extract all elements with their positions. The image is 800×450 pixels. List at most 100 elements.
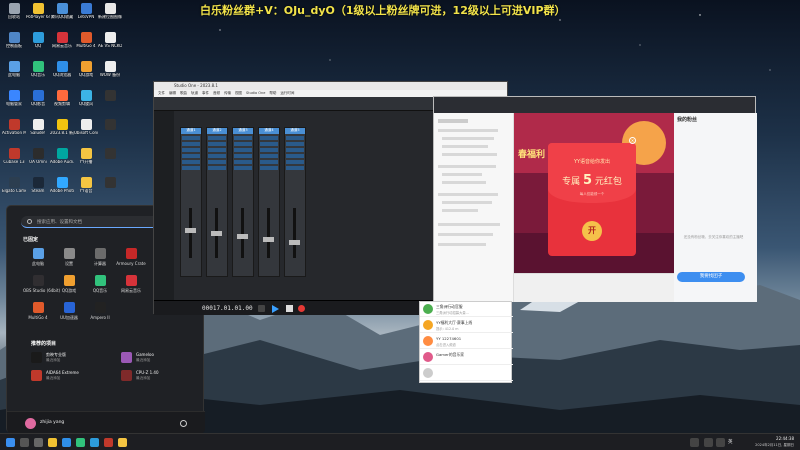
- chat-row[interactable]: YY 12274601 点击进入频道: [420, 334, 513, 349]
- insert-slot[interactable]: [260, 154, 278, 158]
- daw-title-bar[interactable]: Studio One - 2023.8.1: [154, 82, 507, 90]
- pinned-app[interactable]: OBS Studio (64bit): [23, 275, 60, 297]
- insert-slot[interactable]: [182, 136, 200, 140]
- insert-slot[interactable]: [208, 142, 226, 146]
- desktop-icon[interactable]: QQ: [26, 32, 50, 54]
- desktop-icon[interactable]: QQ浏览器: [50, 61, 74, 83]
- daw-menu-item[interactable]: 音频: [213, 91, 220, 95]
- search-icon[interactable]: [20, 438, 29, 447]
- desktop-icon[interactable]: 2023.8.1 新建: [50, 119, 74, 141]
- desktop-icon[interactable]: Steam: [26, 177, 50, 199]
- input-method[interactable]: 英: [728, 439, 733, 445]
- desktop-icon[interactable]: PotPlayer 64 bit: [26, 3, 50, 25]
- daw-menu-item[interactable]: 轨道: [191, 91, 198, 95]
- open-red-packet-button[interactable]: 开: [582, 221, 602, 241]
- chat-row[interactable]: [420, 366, 513, 381]
- desktop-icon[interactable]: Activation Manager: [2, 119, 26, 141]
- pinned-app[interactable]: Ampero II: [85, 302, 115, 324]
- yy-chat-input-bar[interactable]: [514, 273, 674, 302]
- insert-slot[interactable]: [286, 136, 304, 140]
- insert-slot[interactable]: [286, 142, 304, 146]
- desktop-icon[interactable]: 腾讯QQ收藏: [50, 3, 74, 25]
- desktop-icon[interactable]: 回收站: [2, 3, 26, 25]
- daw-menu-item[interactable]: 传输: [224, 91, 231, 95]
- insert-slot[interactable]: [234, 148, 252, 152]
- find-tuanzi-button[interactable]: 我要找团子: [677, 272, 745, 282]
- desktop-icon[interactable]: [98, 177, 122, 199]
- daw-menu-item[interactable]: 歌曲: [180, 91, 187, 95]
- stop-icon[interactable]: [286, 305, 293, 312]
- insert-slot[interactable]: [208, 148, 226, 152]
- daw-menu-item[interactable]: 视图: [235, 91, 242, 95]
- desktop-icon[interactable]: QQ影音: [26, 90, 50, 112]
- insert-slot[interactable]: [260, 142, 278, 146]
- desktop-icon[interactable]: QQ旋风: [74, 90, 98, 112]
- desktop-icon[interactable]: YY开播: [74, 148, 98, 170]
- desktop-icon[interactable]: Cubase 13: [2, 148, 26, 170]
- desktop-icon[interactable]: 此电脑: [2, 61, 26, 83]
- chat-row[interactable]: Gamer的音乐家: [420, 350, 513, 365]
- studio-one-icon[interactable]: [104, 438, 113, 447]
- yy-icon[interactable]: [118, 438, 127, 447]
- fader-knob[interactable]: [289, 240, 300, 245]
- desktop-icon[interactable]: LetsVPN: [74, 3, 98, 25]
- mixer-strip[interactable]: 通道4: [258, 127, 280, 277]
- insert-slot[interactable]: [182, 154, 200, 158]
- insert-slot[interactable]: [260, 148, 278, 152]
- browser-icon[interactable]: [62, 438, 71, 447]
- desktop-icon[interactable]: WOW 备份: [98, 61, 122, 83]
- mixer-strip[interactable]: 通道5: [284, 127, 306, 277]
- task-view-icon[interactable]: [34, 438, 43, 447]
- desktop-icon[interactable]: Elgato Came...: [2, 177, 26, 199]
- insert-slot[interactable]: [182, 142, 200, 146]
- record-icon[interactable]: [298, 305, 305, 312]
- desktop-icon[interactable]: AE VS NCKO: [98, 32, 122, 54]
- insert-slot[interactable]: [182, 148, 200, 152]
- fader-knob[interactable]: [237, 234, 248, 239]
- pinned-app[interactable]: 设置: [54, 248, 84, 270]
- power-icon[interactable]: [180, 420, 187, 427]
- desktop-icon[interactable]: QQ音乐: [26, 61, 50, 83]
- desktop-icon[interactable]: UA Omni: [26, 148, 50, 170]
- volume-icon[interactable]: [716, 438, 725, 447]
- insert-slot[interactable]: [208, 166, 226, 170]
- insert-slot[interactable]: [234, 142, 252, 146]
- daw-menu-item[interactable]: 事件: [202, 91, 209, 95]
- user-avatar[interactable]: [25, 418, 36, 429]
- insert-slot[interactable]: [286, 154, 304, 158]
- desktop-icon[interactable]: [98, 90, 122, 112]
- pinned-app[interactable]: 此电脑: [23, 248, 53, 270]
- mixer-strip[interactable]: 通道2: [206, 127, 228, 277]
- insert-slot[interactable]: [286, 148, 304, 152]
- desktop-icon[interactable]: [98, 148, 122, 170]
- pinned-app[interactable]: UU加速器: [54, 302, 84, 324]
- desktop-icon[interactable]: QQ游戏: [74, 61, 98, 83]
- desktop-icon[interactable]: MultiGo 4: [74, 32, 98, 54]
- insert-slot[interactable]: [234, 136, 252, 140]
- rewind-icon[interactable]: [258, 305, 265, 312]
- fader-knob[interactable]: [211, 231, 222, 236]
- daw-menu-item[interactable]: Studio One: [246, 91, 265, 95]
- insert-slot[interactable]: [234, 154, 252, 158]
- insert-slot[interactable]: [260, 160, 278, 164]
- insert-slot[interactable]: [286, 160, 304, 164]
- chat-row[interactable]: YY福利大厅·赛事上线 提示: 412.0 m: [420, 318, 513, 333]
- insert-slot[interactable]: [260, 166, 278, 170]
- desktop-icon[interactable]: Adobe Audi...: [50, 148, 74, 170]
- desktop-icon[interactable]: Ubisoft Connect: [74, 119, 98, 141]
- play-icon[interactable]: [272, 305, 279, 313]
- pinned-app[interactable]: QQ游戏: [54, 275, 84, 297]
- desktop-icon[interactable]: Adobe Photosh...: [50, 177, 74, 199]
- desktop-icon[interactable]: Salude!: [26, 119, 50, 141]
- windows-start-icon[interactable]: [6, 438, 15, 447]
- desktop-icon[interactable]: [98, 119, 122, 141]
- insert-slot[interactable]: [208, 154, 226, 158]
- recommended-item[interactable]: CPU-Z 1.40 最近添加: [121, 370, 191, 384]
- desktop-icon[interactable]: 控制面板: [2, 32, 26, 54]
- fader-knob[interactable]: [185, 228, 196, 233]
- insert-slot[interactable]: [182, 166, 200, 170]
- insert-slot[interactable]: [182, 160, 200, 164]
- pinned-app[interactable]: 网易云音乐: [116, 275, 146, 297]
- desktop-icon[interactable]: YY语音: [74, 177, 98, 199]
- chat-row[interactable]: 三角洲行动官服 三角洲行动招募大量...: [420, 302, 513, 317]
